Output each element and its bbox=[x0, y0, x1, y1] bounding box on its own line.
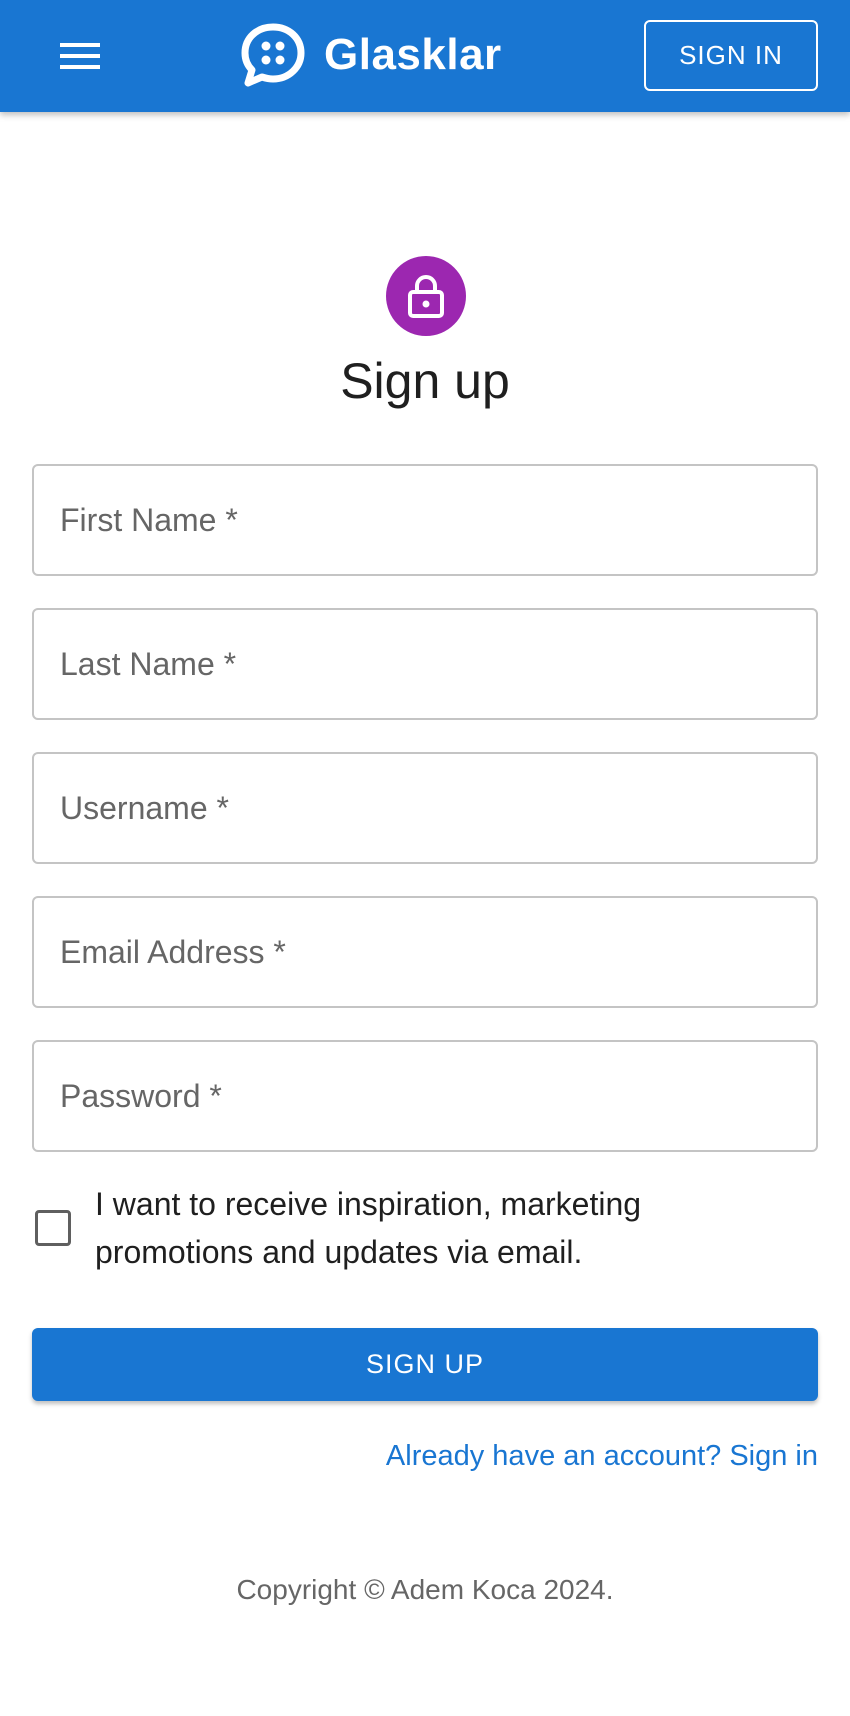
brand-name: Glasklar bbox=[324, 30, 502, 79]
menu-button[interactable] bbox=[50, 36, 110, 76]
marketing-opt-in[interactable]: I want to receive inspiration, marketing… bbox=[32, 1180, 818, 1276]
brand[interactable]: Glasklar bbox=[240, 22, 502, 88]
signin-link[interactable]: Already have an account? Sign in bbox=[386, 1440, 818, 1473]
page-title: Sign up bbox=[340, 353, 510, 409]
last-name-input[interactable] bbox=[34, 610, 816, 718]
marketing-checkbox[interactable] bbox=[35, 1210, 71, 1246]
last-name-field[interactable] bbox=[32, 608, 818, 720]
password-input[interactable] bbox=[34, 1042, 816, 1150]
lock-icon bbox=[408, 275, 444, 318]
chat-bubble-logo-icon bbox=[241, 23, 305, 87]
lock-avatar bbox=[386, 256, 466, 336]
hamburger-menu-icon bbox=[60, 43, 100, 69]
email-field[interactable] bbox=[32, 896, 818, 1008]
first-name-input[interactable] bbox=[34, 466, 816, 574]
username-field[interactable] bbox=[32, 752, 818, 864]
app-bar: Glasklar SIGN IN bbox=[0, 0, 850, 112]
username-input[interactable] bbox=[34, 754, 816, 862]
signup-button[interactable]: SIGN UP bbox=[32, 1328, 818, 1401]
marketing-checkbox-label[interactable]: I want to receive inspiration, marketing… bbox=[95, 1180, 715, 1276]
email-input[interactable] bbox=[34, 898, 816, 1006]
password-field[interactable] bbox=[32, 1040, 818, 1152]
header-signin-button[interactable]: SIGN IN bbox=[644, 20, 818, 91]
first-name-field[interactable] bbox=[32, 464, 818, 576]
copyright-text: Copyright © Adem Koca 2024. bbox=[236, 1574, 614, 1605]
